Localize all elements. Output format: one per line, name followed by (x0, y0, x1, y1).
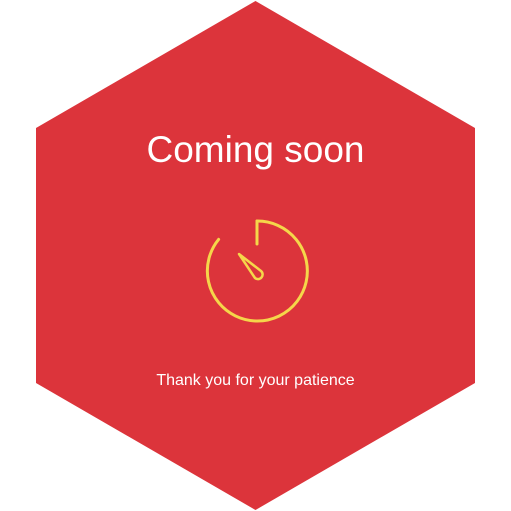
stopwatch-icon (205, 219, 309, 323)
stopwatch-needle (237, 252, 264, 281)
coming-soon-badge: Coming soon Thank you for your patience (0, 0, 511, 511)
thank-you-message: Thank you for your patience (156, 372, 355, 389)
